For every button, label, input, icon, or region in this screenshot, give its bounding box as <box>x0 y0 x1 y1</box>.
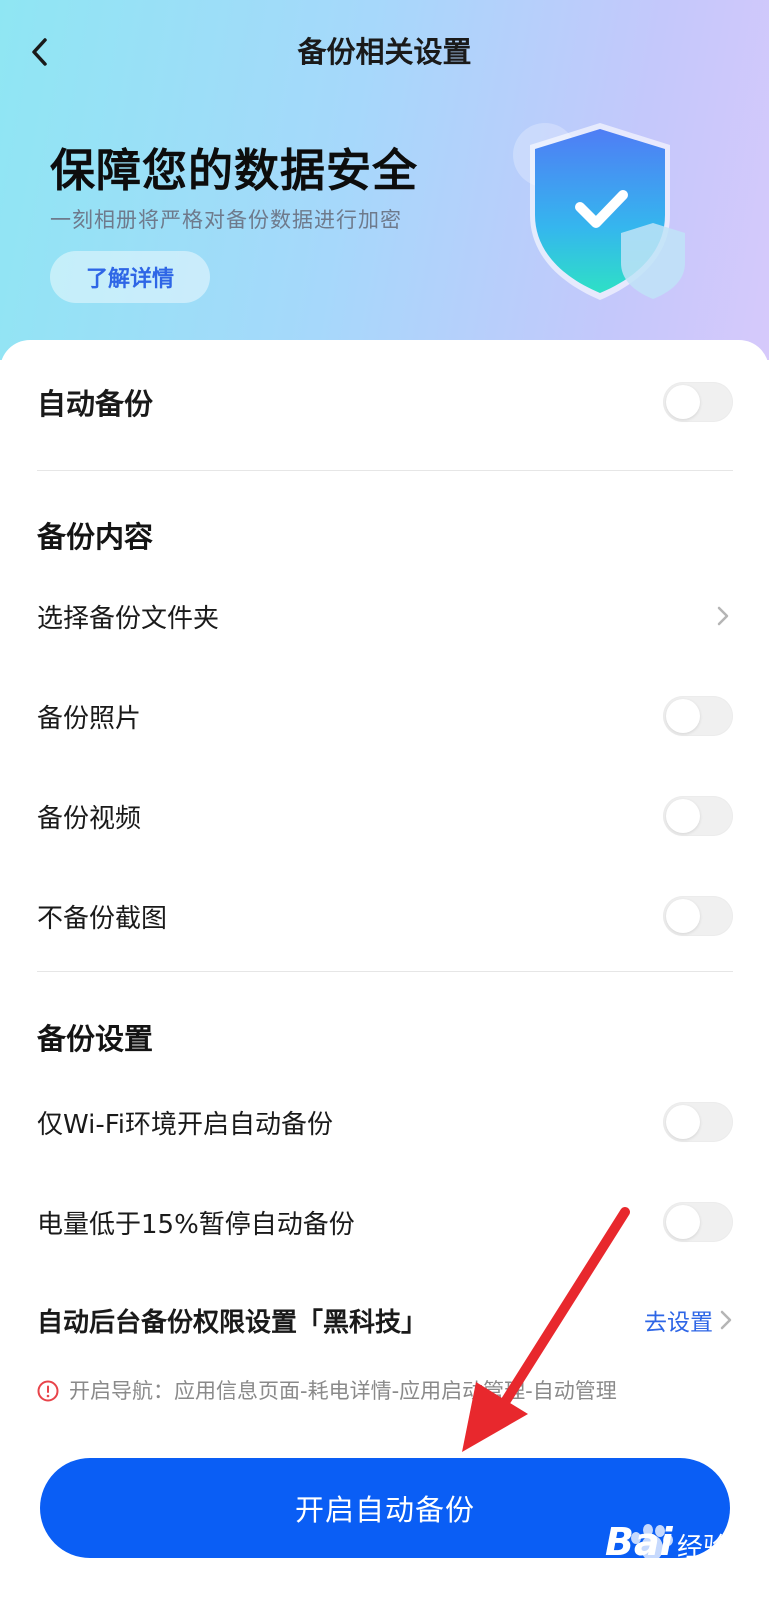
backup-photos-row: 备份照片 <box>37 694 733 738</box>
wifi-only-label: 仅Wi-Fi环境开启自动备份 <box>37 1109 334 1140</box>
navigation-notice-text: 开启导航：应用信息页面-耗电详情-应用启动管理-自动管理 <box>69 1379 617 1403</box>
navigation-notice: 开启导航：应用信息页面-耗电详情-应用启动管理-自动管理 <box>37 1377 637 1405</box>
backup-photos-label: 备份照片 <box>37 703 142 734</box>
wifi-only-row: 仅Wi-Fi环境开启自动备份 <box>37 1100 733 1144</box>
low-battery-row: 电量低于15%暂停自动备份 <box>37 1200 733 1244</box>
divider <box>37 971 733 972</box>
backup-content-title: 备份内容 <box>37 520 154 554</box>
learn-more-button[interactable]: 了解详情 <box>50 251 210 303</box>
background-permission-label: 自动后台备份权限设置「黑科技」 <box>37 1307 428 1338</box>
watermark-url: jingyan.baidu.com <box>612 1568 742 1584</box>
hero-headline: 保障您的数据安全 <box>50 144 419 197</box>
low-battery-label: 电量低于15%暂停自动备份 <box>37 1209 355 1240</box>
backup-settings-title: 备份设置 <box>37 1022 154 1056</box>
backup-videos-toggle[interactable] <box>663 796 733 836</box>
auto-backup-label: 自动备份 <box>37 387 154 421</box>
hero-banner: 备份相关设置 保障您的数据安全 一刻相册将严格对备份数据进行加密 了解详情 <box>0 0 769 360</box>
choose-folder-row[interactable]: 选择备份文件夹 <box>37 596 733 636</box>
backup-videos-row: 备份视频 <box>37 794 733 838</box>
watermark-brand: Bai <box>605 1520 673 1564</box>
auto-backup-row: 自动备份 <box>37 380 733 424</box>
go-settings-link[interactable]: 去设置 <box>644 1303 733 1337</box>
hero-subline: 一刻相册将严格对备份数据进行加密 <box>50 208 402 232</box>
chevron-right-icon <box>713 602 733 630</box>
skip-screenshots-row: 不备份截图 <box>37 894 733 938</box>
chevron-right-icon <box>720 1310 732 1330</box>
wifi-only-toggle[interactable] <box>663 1102 733 1142</box>
low-battery-toggle[interactable] <box>663 1202 733 1242</box>
skip-screenshots-toggle[interactable] <box>663 896 733 936</box>
alert-circle-icon <box>37 1380 59 1402</box>
skip-screenshots-label: 不备份截图 <box>37 903 168 934</box>
backup-videos-label: 备份视频 <box>37 803 142 834</box>
go-settings-label: 去设置 <box>644 1310 713 1336</box>
auto-backup-toggle[interactable] <box>663 382 733 422</box>
choose-folder-label: 选择备份文件夹 <box>37 603 220 634</box>
divider <box>37 470 733 471</box>
page-title: 备份相关设置 <box>297 35 472 69</box>
background-permission-row: 自动后台备份权限设置「黑科技」 去设置 <box>37 1300 733 1340</box>
watermark-cn: 经验 <box>677 1533 730 1563</box>
shield-check-icon <box>513 123 685 300</box>
backup-photos-toggle[interactable] <box>663 696 733 736</box>
